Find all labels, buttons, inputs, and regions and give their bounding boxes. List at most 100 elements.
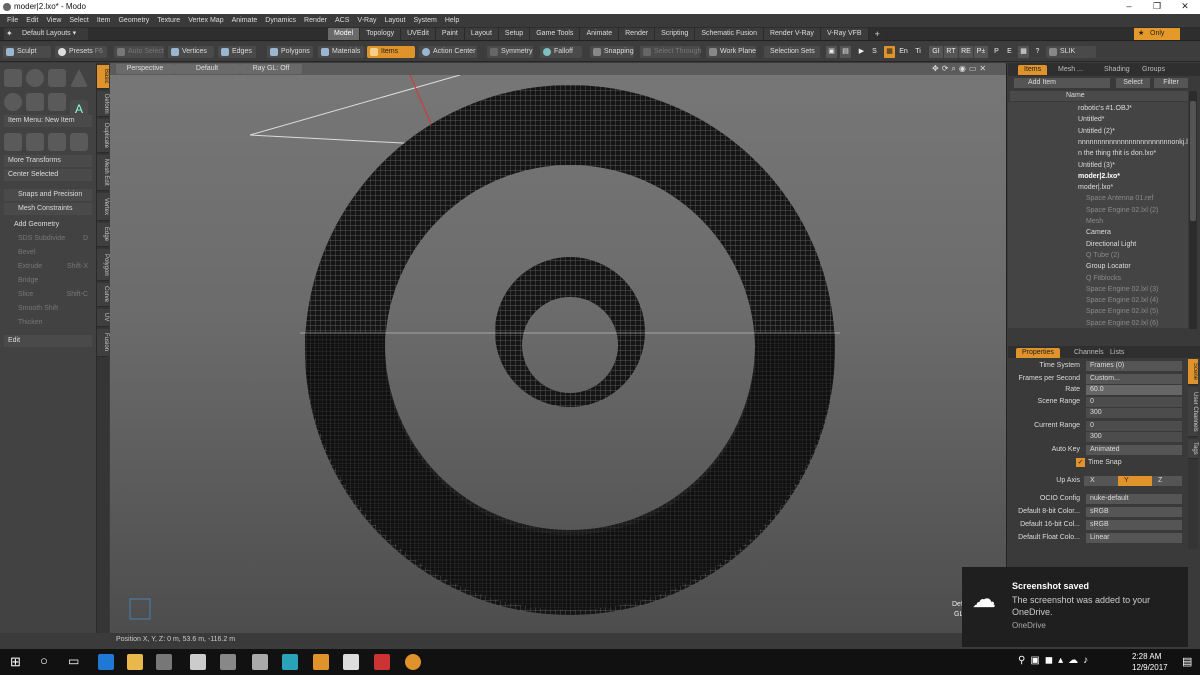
edge-icon[interactable] bbox=[98, 654, 114, 670]
more-transforms-dropdown[interactable]: More Transforms bbox=[4, 155, 92, 167]
tab-uvedit[interactable]: UVEdit bbox=[401, 28, 436, 40]
list-item[interactable]: ●moder|2.lxo* bbox=[1018, 171, 1188, 182]
vtab-edge[interactable]: Edge bbox=[97, 223, 109, 247]
menu-system[interactable]: System bbox=[414, 17, 437, 24]
render-icon[interactable]: ▣ bbox=[826, 46, 837, 58]
menu-view[interactable]: View bbox=[46, 17, 61, 24]
auto-select-button[interactable]: Auto Select bbox=[114, 46, 164, 58]
s-button[interactable]: S bbox=[869, 46, 880, 58]
tab-lists[interactable]: Lists bbox=[1104, 348, 1130, 358]
app-icon[interactable] bbox=[374, 654, 390, 670]
slice-button[interactable]: Slice Shift-C bbox=[4, 289, 92, 301]
notification-toast[interactable]: ☁ Screenshot saved The screenshot was ad… bbox=[962, 567, 1188, 647]
viewport-nav-icons[interactable]: ✥⟳⌕◉▭✕ bbox=[932, 64, 989, 74]
windows-start-icon[interactable]: ⊞ bbox=[10, 654, 21, 670]
menu-vray[interactable]: V-Ray bbox=[357, 17, 376, 24]
layout-icon[interactable]: ▦ bbox=[884, 46, 895, 58]
color8-dropdown[interactable]: sRGB bbox=[1086, 507, 1182, 517]
rate-field[interactable]: 60.0 bbox=[1086, 385, 1182, 395]
list-item[interactable]: ●robotic's #1.OBJ* bbox=[1018, 103, 1188, 114]
list-item[interactable]: ●n the thing thit is don.lxo* bbox=[1018, 148, 1188, 159]
app-icon[interactable] bbox=[313, 654, 329, 670]
list-item[interactable]: ●Q Tube (2) bbox=[1018, 250, 1188, 261]
up-axis-x[interactable]: X bbox=[1084, 476, 1118, 486]
select-through-button[interactable]: Select Through bbox=[640, 46, 701, 58]
vtab-curve[interactable]: Curve bbox=[97, 283, 109, 307]
close-button[interactable]: ✕ bbox=[1171, 0, 1199, 14]
tab-render-vray[interactable]: Render V-Ray bbox=[763, 28, 821, 40]
menu-file[interactable]: File bbox=[7, 17, 18, 24]
list-item[interactable]: ●Untitled (3)* bbox=[1018, 160, 1188, 171]
transform-icon[interactable] bbox=[70, 133, 88, 151]
re-button[interactable]: RE bbox=[959, 46, 973, 58]
list-item[interactable]: ●Space Antenna 01.ref bbox=[1018, 193, 1188, 204]
tab-layout[interactable]: Layout bbox=[464, 28, 499, 40]
maya-icon[interactable] bbox=[282, 654, 298, 670]
vtab-tags[interactable]: Tags bbox=[1188, 439, 1198, 459]
bridge-button[interactable]: Bridge bbox=[4, 275, 92, 287]
3d-viewport[interactable]: Perspective Default Ray GL: Off ✥⟳⌕◉▭✕ D… bbox=[110, 63, 1007, 633]
snaps-precision-button[interactable]: Snaps and Precision bbox=[4, 189, 92, 201]
e-button[interactable]: E bbox=[1004, 46, 1015, 58]
menu-animate[interactable]: Animate bbox=[232, 17, 258, 24]
shading-dropdown[interactable]: Default bbox=[174, 64, 240, 74]
up-axis-y[interactable]: Y bbox=[1118, 476, 1152, 486]
capsule-icon[interactable] bbox=[26, 93, 44, 111]
sculpt-button[interactable]: Sculpt bbox=[3, 46, 51, 58]
p-button[interactable]: P bbox=[991, 46, 1002, 58]
system-tray-icons[interactable]: ⚲▣◼▴☁♪ bbox=[1018, 655, 1093, 666]
cube-icon[interactable] bbox=[4, 69, 22, 87]
preview-icon[interactable]: ▤ bbox=[840, 46, 851, 58]
select-button[interactable]: Select bbox=[1116, 78, 1150, 88]
list-item[interactable]: ●Space Engine 02.lxl (5) bbox=[1018, 306, 1188, 317]
item-menu-dropdown[interactable]: Item Menu: New Item bbox=[4, 115, 92, 127]
menu-select[interactable]: Select bbox=[69, 17, 88, 24]
search-icon[interactable]: ○ bbox=[40, 653, 48, 668]
falloff-button[interactable]: Falloff bbox=[540, 46, 582, 58]
move-icon[interactable] bbox=[4, 133, 22, 151]
clock-time[interactable]: 2:28 AM bbox=[1132, 652, 1161, 661]
fps-dropdown[interactable]: Custom... bbox=[1086, 374, 1182, 384]
polygons-button[interactable]: Polygons bbox=[267, 46, 313, 58]
tab-scripting[interactable]: Scripting bbox=[655, 28, 696, 40]
action-center-icon[interactable]: ▤ bbox=[1182, 655, 1192, 668]
pt-button[interactable]: P± bbox=[974, 46, 988, 58]
menu-item[interactable]: Item bbox=[97, 17, 111, 24]
rotate-icon[interactable] bbox=[26, 133, 44, 151]
items-button[interactable]: Items bbox=[367, 46, 415, 58]
bevel-button[interactable]: Bevel bbox=[4, 247, 92, 259]
gi-button[interactable]: GI bbox=[929, 46, 943, 58]
sds-subdivide-button[interactable]: SDS Subdivide D bbox=[4, 233, 92, 245]
modo-icon[interactable] bbox=[405, 654, 421, 670]
vtab-vertex[interactable]: Vertex bbox=[97, 193, 109, 221]
auto-key-dropdown[interactable]: Animated bbox=[1086, 445, 1182, 455]
clock-date[interactable]: 12/9/2017 bbox=[1132, 663, 1168, 672]
menu-help[interactable]: Help bbox=[445, 17, 459, 24]
file-explorer-icon[interactable] bbox=[127, 654, 143, 670]
snapping-button[interactable]: Snapping bbox=[590, 46, 634, 58]
sphere-icon[interactable] bbox=[26, 69, 44, 87]
cone-icon[interactable] bbox=[70, 69, 88, 87]
menu-render[interactable]: Render bbox=[304, 17, 327, 24]
ti-button[interactable]: Ti bbox=[912, 46, 924, 58]
mail-icon[interactable] bbox=[190, 654, 206, 670]
tab-properties[interactable]: Properties bbox=[1016, 348, 1060, 358]
list-item[interactable]: ●Space Engine 02.lxl (2) bbox=[1018, 205, 1188, 216]
list-item[interactable]: ●Untitled (2)* bbox=[1018, 126, 1188, 137]
help-button[interactable]: ? bbox=[1032, 46, 1043, 58]
up-axis-z[interactable]: Z bbox=[1152, 476, 1182, 486]
item-list-scrollbar[interactable] bbox=[1189, 91, 1197, 329]
tab-items[interactable]: Items bbox=[1018, 65, 1048, 75]
torus-icon[interactable] bbox=[4, 93, 22, 111]
app-icon[interactable] bbox=[343, 654, 359, 670]
pen-icon[interactable] bbox=[48, 93, 66, 111]
smooth-shift-button[interactable]: Smooth Shift bbox=[4, 303, 92, 315]
mesh-constraints-button[interactable]: Mesh Constraints bbox=[4, 203, 92, 215]
colorfloat-dropdown[interactable]: Linear bbox=[1086, 533, 1182, 543]
list-item[interactable]: ●Q Fitblocks bbox=[1018, 273, 1188, 284]
maximize-button[interactable]: ❐ bbox=[1143, 0, 1171, 14]
list-item[interactable]: ●Mesh bbox=[1018, 216, 1188, 227]
add-item-dropdown[interactable]: Add Item bbox=[1014, 78, 1110, 88]
list-item[interactable]: ●Space Engine 02.lxl (3) bbox=[1018, 284, 1188, 295]
symmetry-button[interactable]: Symmetry bbox=[487, 46, 533, 58]
